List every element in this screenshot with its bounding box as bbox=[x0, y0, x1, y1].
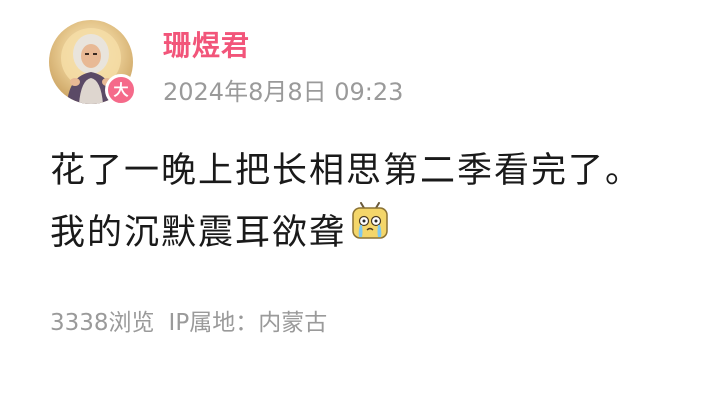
crying-tv-emoji-icon bbox=[350, 200, 390, 262]
post-meta: 3338浏览 IP属地：内蒙古 bbox=[50, 303, 327, 337]
post-content-line-2-text: 我的沉默震耳欲聋 bbox=[50, 213, 347, 253]
author-name[interactable]: 珊煜君 bbox=[163, 24, 250, 64]
verified-badge: 大 bbox=[105, 74, 137, 106]
ip-location: IP属地：内蒙古 bbox=[168, 310, 328, 336]
post-timestamp: 2024年8月8日 09:23 bbox=[163, 78, 404, 106]
view-count: 3338浏览 bbox=[50, 310, 155, 336]
weibo-post: 大 珊煜君 2024年8月8日 09:23 花了一晚上把长相思第二季看完了。 我… bbox=[0, 0, 720, 405]
post-content: 花了一晚上把长相思第二季看完了。 我的沉默震耳欲聋 bbox=[50, 140, 718, 264]
post-content-line-2: 我的沉默震耳欲聋 bbox=[50, 202, 718, 264]
post-content-line-1: 花了一晚上把长相思第二季看完了。 bbox=[50, 151, 643, 191]
avatar-container[interactable]: 大 bbox=[49, 20, 137, 106]
